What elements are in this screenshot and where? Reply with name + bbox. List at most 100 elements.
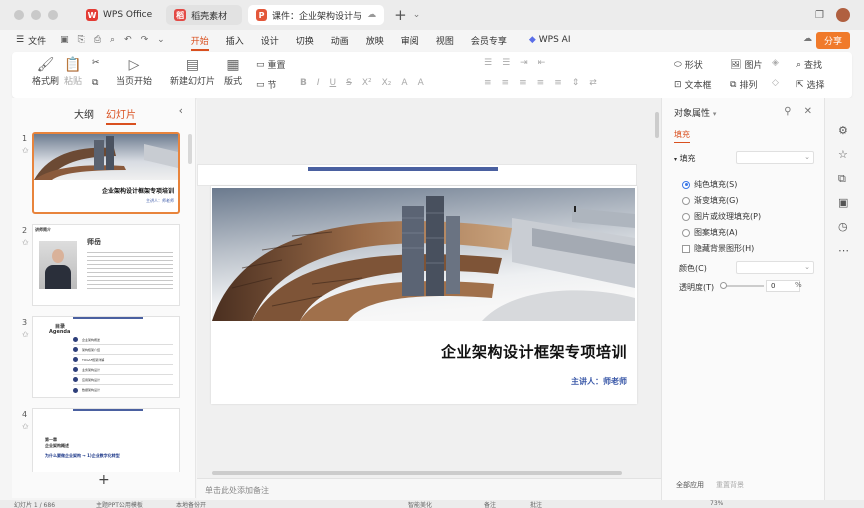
tab-presentation[interactable]: P 课件：企业架构设计与实标 ☁ <box>248 5 385 25</box>
thumbnail-scrollbar[interactable] <box>188 134 192 164</box>
share-button[interactable]: 分享 <box>815 32 850 49</box>
image-icon[interactable]: ▣ <box>838 196 848 209</box>
layout-button[interactable]: ▦ 版式 <box>224 56 242 87</box>
properties-icon[interactable]: ⚙ <box>838 124 848 137</box>
cut-icon[interactable]: ✂ <box>92 58 100 68</box>
star-icon[interactable]: ✩ <box>22 422 29 431</box>
redo-icon[interactable]: ↷ <box>141 35 149 45</box>
align-left-icon[interactable]: ≡ <box>484 78 492 88</box>
file-menu[interactable]: ☰ 文件 <box>16 34 46 47</box>
animation-icon[interactable]: ⧉ <box>838 172 846 186</box>
star-icon[interactable]: ☆ <box>838 148 848 161</box>
select-button[interactable]: ⇱ 选择 <box>796 78 825 92</box>
slide-thumbnail-3[interactable]: 目录 Agenda 企业架构概述 架构框架介绍 TOGAF框架详解 业务架构设计… <box>32 316 180 398</box>
format-painter-button[interactable]: 🖌 格式刷 <box>32 56 59 87</box>
history-icon[interactable]: ◷ <box>838 220 848 233</box>
pin-icon[interactable]: ⚲ <box>784 106 791 117</box>
print-icon[interactable]: ⎙ <box>94 35 101 45</box>
close-window-button[interactable] <box>14 10 24 20</box>
preview-icon[interactable]: ⌕ <box>110 35 115 45</box>
tab-animations[interactable]: 动画 <box>331 34 349 47</box>
canvas-horizontal-scrollbar[interactable] <box>212 471 622 475</box>
tab-fill[interactable]: 填充 <box>674 129 690 143</box>
pattern-fill-radio[interactable]: 图案填充(A) <box>682 227 738 238</box>
color-select[interactable]: ⌄ <box>736 261 814 274</box>
indent-icon[interactable]: ⇥ <box>520 58 528 68</box>
fill-bucket-icon[interactable]: ◈ <box>772 58 779 68</box>
canvas-vertical-scrollbar[interactable] <box>655 112 659 138</box>
zoom-window-button[interactable] <box>48 10 58 20</box>
strikethrough-button[interactable]: S <box>346 78 352 88</box>
more-dots-icon[interactable]: ⋯ <box>838 244 849 257</box>
minimize-window-button[interactable] <box>31 10 41 20</box>
tab-wps-office[interactable]: W WPS Office <box>78 5 160 25</box>
tab-list-chevron-icon[interactable]: ⌄ <box>413 10 421 20</box>
align-right-icon[interactable]: ≡ <box>519 78 527 88</box>
highlight-button[interactable]: A <box>418 78 424 88</box>
bullet-list-icon[interactable]: ☰ <box>484 58 492 68</box>
tab-design[interactable]: 设计 <box>261 34 279 47</box>
transparency-slider[interactable] <box>720 282 764 289</box>
notes-area[interactable]: 单击此处添加备注 <box>197 478 661 500</box>
slide-title[interactable]: 企业架构设计框架专项培训 <box>441 341 627 362</box>
new-tab-button[interactable]: + <box>394 6 407 24</box>
notes-button[interactable]: 备注 <box>484 500 496 508</box>
textbox-button[interactable]: ⊡ 文本框 <box>674 78 712 92</box>
superscript-button[interactable]: X² <box>362 78 372 88</box>
export-icon[interactable]: ⎘ <box>78 35 85 45</box>
italic-button[interactable]: I <box>317 78 320 88</box>
save-icon[interactable]: ▣ <box>60 35 69 45</box>
underline-button[interactable]: U <box>330 78 337 88</box>
tab-docer[interactable]: 稻 稻壳素材 <box>166 5 243 25</box>
find-button[interactable]: ⌕ 查找 <box>796 58 822 72</box>
image-button[interactable]: 🖼 图片 <box>730 58 762 72</box>
align-center-icon[interactable]: ≡ <box>502 78 510 88</box>
tab-review[interactable]: 审阅 <box>401 34 419 47</box>
fill-type-select[interactable]: ⌄ <box>736 151 814 164</box>
undo-icon[interactable]: ↶ <box>124 35 132 45</box>
text-direction-icon[interactable]: ⇄ <box>589 78 597 88</box>
subscript-button[interactable]: X₂ <box>382 78 392 88</box>
number-list-icon[interactable]: ☰ <box>502 58 510 68</box>
tab-insert[interactable]: 插入 <box>226 34 244 47</box>
restore-icon[interactable]: ❐ <box>815 10 824 21</box>
solid-fill-radio[interactable]: 纯色填充(S) <box>682 179 737 190</box>
add-slide-button[interactable]: + <box>98 472 110 488</box>
panel-title[interactable]: 对象属性 ▾ <box>674 106 716 119</box>
tab-transitions[interactable]: 切换 <box>296 34 314 47</box>
hide-background-checkbox[interactable]: 隐藏背景图形(H) <box>682 243 754 254</box>
arrange-button[interactable]: ⧉ 排列 <box>730 78 757 92</box>
slide-thumbnail-2[interactable]: 讲师简介 师岳 <box>32 224 180 306</box>
paste-button[interactable]: 📋 粘贴 <box>64 56 82 87</box>
current-slide[interactable]: 企业架构设计框架专项培训 主讲人：师老师 <box>211 186 637 404</box>
more-icon[interactable]: ⌄ <box>157 35 165 45</box>
slider-knob[interactable] <box>720 282 727 289</box>
line-spacing-icon[interactable]: ⇕ <box>572 78 580 88</box>
star-icon[interactable]: ✩ <box>22 330 29 339</box>
reset-background-button[interactable]: 重置背景 <box>716 480 744 490</box>
font-color-button[interactable]: A <box>401 78 407 88</box>
new-slide-button[interactable]: ▤ 新建幻灯片 <box>170 56 215 87</box>
tab-member[interactable]: 会员专享 <box>471 34 507 47</box>
slide-thumbnail-1[interactable]: 企业架构设计框架专项培训 主讲人：师老师 <box>32 132 180 214</box>
apply-all-button[interactable]: 全部应用 <box>676 480 704 490</box>
cloud-sync-icon[interactable]: ☁ <box>803 34 812 44</box>
avatar[interactable] <box>836 8 850 22</box>
zoom-level[interactable]: 73% <box>710 500 723 507</box>
tab-view[interactable]: 视图 <box>436 34 454 47</box>
picture-fill-radio[interactable]: 图片或纹理填充(P) <box>682 211 761 222</box>
beautify-button[interactable]: 智能美化 <box>408 500 432 508</box>
star-icon[interactable]: ✩ <box>22 238 29 247</box>
tab-slideshow[interactable]: 放映 <box>366 34 384 47</box>
backup-status[interactable]: 本地备份开 <box>176 500 206 508</box>
justify-icon[interactable]: ≡ <box>537 78 545 88</box>
reset-button[interactable]: ▭ 重置 <box>256 58 286 72</box>
star-icon[interactable]: ✩ <box>22 146 29 155</box>
play-from-current-button[interactable]: ▷ 当页开始 <box>116 56 152 87</box>
slide-thumbnail-4[interactable]: 第一章 企业架构概述 为什么要做企业架构 → 1)企业数字化转型 <box>32 408 180 472</box>
tab-slides[interactable]: 幻灯片 <box>106 106 136 125</box>
collapse-panel-icon[interactable]: ‹ <box>179 104 183 117</box>
theme-name[interactable]: 主题PPT公用模板 <box>96 500 143 508</box>
tab-home[interactable]: 开始 <box>190 34 209 51</box>
shape-button[interactable]: ⬭ 形状 <box>674 58 703 72</box>
